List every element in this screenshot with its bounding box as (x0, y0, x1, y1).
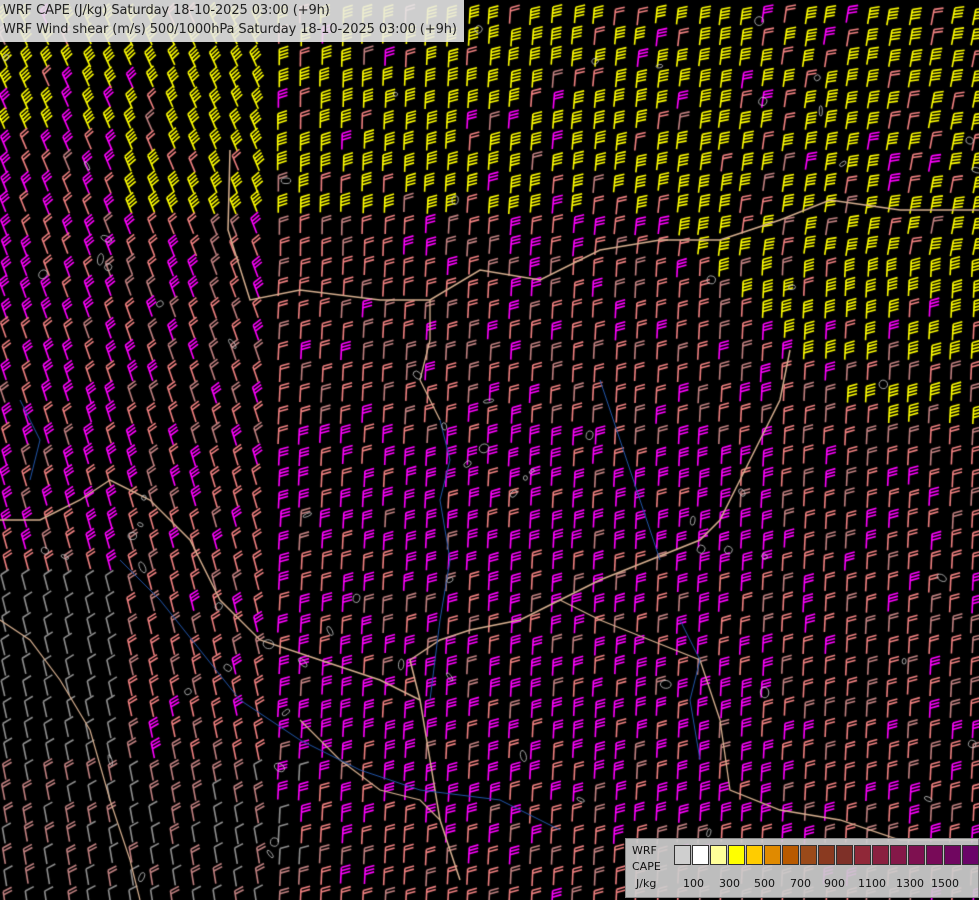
legend-swatch (800, 845, 817, 865)
legend-swatch (692, 845, 709, 865)
legend-swatch (674, 845, 691, 865)
legend-swatch (908, 845, 925, 865)
legend-swatch (746, 845, 763, 865)
legend-swatch (836, 845, 853, 865)
legend-swatch (782, 845, 799, 865)
legend-tick-label: 700 (790, 877, 811, 890)
legend-swatch (854, 845, 871, 865)
legend-swatch (872, 845, 889, 865)
legend-swatch (890, 845, 907, 865)
legend-label-wrf: WRF (632, 844, 657, 857)
legend-swatch (926, 845, 943, 865)
legend-swatches (674, 845, 979, 865)
legend-tick-label: 1300 (896, 877, 924, 890)
cape-title: WRF CAPE (J/kg) Saturday 18-10-2025 03:0… (3, 3, 330, 18)
legend-swatch (710, 845, 727, 865)
legend-tick-label: 1100 (858, 877, 886, 890)
cape-legend: WRF CAPE J/kg 100 300 500 700 900 1100 1300 150… (625, 838, 979, 898)
wind-shear-title: WRF Wind shear (m/s) 500/1000hPa Saturda… (3, 22, 457, 37)
legend-label-unit: J/kg (636, 877, 657, 890)
wind-shear-barbs-map (0, 0, 979, 900)
legend-swatch (764, 845, 781, 865)
legend-swatch (944, 845, 961, 865)
legend-label-cape: CAPE (632, 860, 661, 873)
legend-tick-label: 500 (754, 877, 775, 890)
legend-tick-label: 100 (683, 877, 704, 890)
legend-swatch (962, 845, 979, 865)
legend-swatch (818, 845, 835, 865)
legend-tick-label: 1500 (931, 877, 959, 890)
map-title-box: WRF CAPE (J/kg) Saturday 18-10-2025 03:0… (0, 0, 464, 42)
legend-swatch (728, 845, 745, 865)
legend-tick-label: 900 (824, 877, 845, 890)
legend-tick-label: 300 (719, 877, 740, 890)
